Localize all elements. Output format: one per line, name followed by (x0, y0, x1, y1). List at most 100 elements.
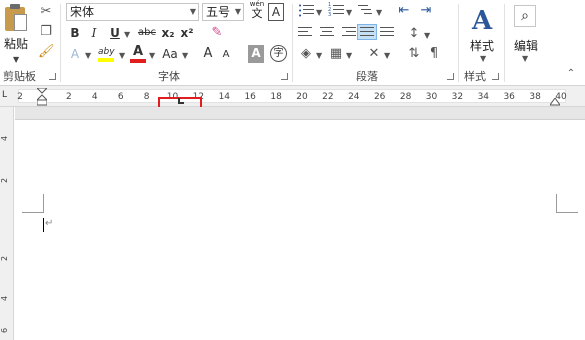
paragraph-group-label: 段落 (356, 70, 378, 83)
ruler-tick-label: 24 (348, 92, 360, 102)
grow-font-button[interactable]: A (202, 45, 214, 63)
tab-selector[interactable]: L (2, 90, 7, 100)
align-left-button[interactable] (298, 27, 314, 41)
ruler-tick-label: 20 (296, 92, 308, 102)
clipboard-group-label: 剪贴板 (3, 70, 36, 83)
multilevel-list-button[interactable] (358, 4, 374, 18)
ruler-tick-label: 28 (399, 92, 412, 102)
styles-dialog-launcher[interactable] (492, 73, 499, 80)
ruler-tick-label: 18 (270, 92, 282, 102)
ruler-tick-label: 2 (17, 92, 23, 102)
ruler-tick-label: 4 (91, 92, 98, 102)
numbering-button[interactable]: 123 (328, 3, 344, 18)
clipboard-dialog-launcher[interactable] (49, 73, 56, 80)
borders-icon[interactable]: ▦ (328, 46, 344, 62)
styles-dropdown-arrow[interactable]: ▼ (480, 54, 486, 63)
styles-group-label: 样式 (464, 70, 486, 83)
shading-dropdown-arrow[interactable]: ▼ (316, 51, 322, 60)
ruler-tick-label: 8 (143, 92, 150, 102)
bullets-button[interactable]: • • • (298, 3, 314, 20)
multilevel-dropdown-arrow[interactable]: ▼ (376, 8, 382, 17)
ruler-tick-label: 38 (529, 92, 541, 102)
vertical-ruler-tick-label: 2 (0, 177, 10, 184)
show-formatting-icon[interactable]: ¶ (426, 46, 442, 62)
font-family-combo[interactable]: 宋体 ▼ (66, 3, 199, 21)
font-group-label: 字体 (158, 70, 180, 83)
font-color-dropdown-arrow[interactable]: ▼ (149, 51, 155, 60)
shading-icon[interactable]: ◈ (298, 46, 314, 62)
editing-button-label[interactable]: 编辑 (514, 37, 538, 54)
ruler-tick-label: 16 (244, 92, 256, 102)
line-spacing-dropdown-arrow[interactable]: ▼ (424, 31, 430, 40)
shrink-font-button[interactable]: A (220, 46, 232, 64)
styles-icon[interactable]: A (472, 6, 492, 36)
subscript-button[interactable]: x₂ (161, 24, 175, 42)
justify-button[interactable] (357, 24, 377, 41)
font-size-combo[interactable]: 五号 ▼ (202, 3, 244, 21)
styles-button-label[interactable]: 样式 (470, 37, 494, 54)
line-spacing-icon[interactable]: ↕ (406, 26, 422, 42)
text-effects-button[interactable]: A (68, 45, 82, 63)
align-right-button[interactable] (342, 27, 358, 41)
chinese-layout-dropdown-arrow[interactable]: ▼ (384, 51, 390, 60)
strikethrough-button[interactable]: abc (136, 24, 158, 42)
enclose-characters-button[interactable]: 字 (270, 45, 287, 62)
font-color-swatch (130, 59, 146, 63)
highlight-dropdown-arrow[interactable]: ▼ (119, 51, 125, 60)
italic-button[interactable]: I (88, 24, 100, 42)
character-border-button[interactable]: A (268, 3, 284, 21)
right-indent-marker[interactable] (550, 98, 560, 106)
horizontal-ruler[interactable] (0, 86, 585, 107)
crop-mark-left-h (22, 212, 44, 213)
paragraph-dialog-launcher[interactable] (447, 73, 454, 80)
character-shading-button[interactable]: A (248, 45, 264, 63)
borders-dropdown-arrow[interactable]: ▼ (346, 51, 352, 60)
font-dialog-launcher[interactable] (281, 73, 288, 80)
ruler-tick-label: 22 (322, 92, 334, 102)
distributed-button[interactable] (380, 27, 396, 41)
decrease-indent-icon[interactable]: ⇤ (396, 3, 412, 19)
crop-mark-right-v (556, 194, 557, 212)
bold-button[interactable]: B (68, 24, 82, 42)
superscript-button[interactable]: x² (180, 24, 194, 42)
underline-button[interactable]: U (108, 24, 122, 42)
ruler-tick-label: 14 (218, 92, 231, 102)
text-highlight-button[interactable]: aby (98, 44, 118, 64)
chinese-layout-icon[interactable]: ✕ (366, 46, 382, 62)
collapse-ribbon-icon[interactable]: ⌃ (563, 66, 579, 82)
paste-dropdown-arrow[interactable]: ▼ (13, 55, 19, 64)
change-case-button[interactable]: Aa (160, 45, 180, 63)
ruler-tick-label: 30 (425, 92, 438, 102)
change-case-dropdown-arrow[interactable]: ▼ (182, 51, 188, 60)
ruler-tick-label: 32 (451, 92, 464, 102)
binoculars-icon[interactable]: ⌕ (514, 5, 536, 27)
font-family-value: 宋体 (70, 5, 95, 19)
increase-indent-icon[interactable]: ⇥ (418, 3, 434, 19)
clear-formatting-icon[interactable]: ✎ (209, 25, 225, 41)
align-center-button[interactable] (320, 27, 336, 41)
sort-icon[interactable]: ⇅ (406, 46, 422, 62)
bullets-dropdown-arrow[interactable]: ▼ (316, 8, 322, 17)
ruler-tick-label: 2 (66, 92, 72, 102)
paste-button[interactable] (3, 3, 29, 33)
vertical-ruler-tick-label: 4 (0, 295, 10, 302)
ruler-tick-label: 34 (477, 92, 490, 102)
copy-icon[interactable]: ❐ (38, 24, 54, 40)
indent-markers[interactable] (35, 87, 49, 106)
numbering-dropdown-arrow[interactable]: ▼ (346, 8, 352, 17)
editing-dropdown-arrow[interactable]: ▼ (522, 54, 528, 63)
ruler-tick-label: 36 (503, 92, 515, 102)
font-color-button[interactable]: A (130, 44, 146, 64)
vertical-ruler[interactable] (0, 107, 14, 340)
chevron-down-icon: ▼ (189, 7, 196, 16)
crop-mark-right-h (556, 212, 578, 213)
document-page[interactable] (15, 119, 585, 340)
vertical-ruler-tick-label: 2 (0, 255, 10, 262)
text-effects-dropdown-arrow[interactable]: ▼ (85, 51, 91, 60)
underline-dropdown-arrow[interactable]: ▼ (124, 30, 130, 39)
cut-icon[interactable]: ✂ (38, 4, 54, 20)
phonetic-guide-button[interactable]: wén 文 (248, 1, 266, 21)
format-painter-icon[interactable]: 🖌 (38, 44, 55, 60)
font-size-value: 五号 (206, 5, 231, 19)
left-tab-stop[interactable] (178, 98, 184, 104)
